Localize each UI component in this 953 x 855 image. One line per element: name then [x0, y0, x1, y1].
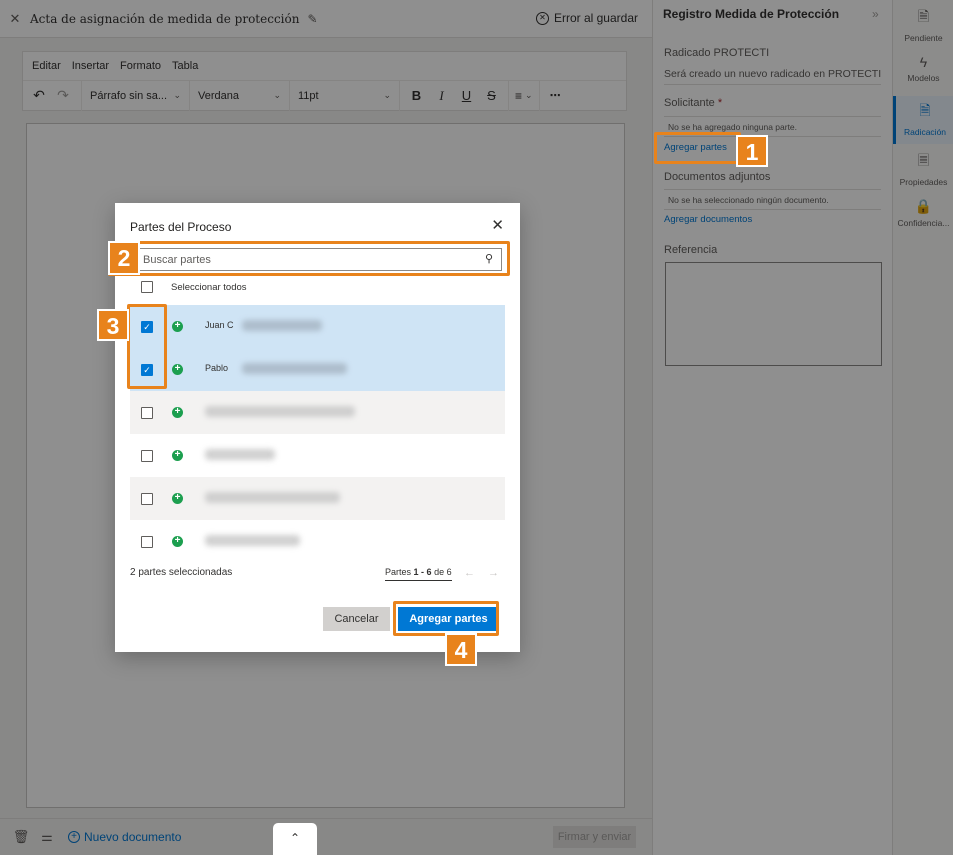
redacted-name: [242, 363, 347, 374]
party-row[interactable]: ✓ + Juan C: [130, 305, 505, 348]
redacted-name: [205, 406, 355, 417]
callout-badge-2: 2: [108, 241, 140, 275]
party-row[interactable]: ✓ + Pablo: [130, 348, 505, 391]
callout-highlight-3: [127, 304, 167, 389]
callout-badge-4: 4: [445, 633, 477, 666]
chevron-up-icon[interactable]: ⌃: [273, 823, 317, 855]
party-list: ✓ + Juan C ✓ + Pablo + + + +: [130, 305, 505, 563]
pager-range: 1 - 6: [413, 567, 432, 577]
arrow-right-icon[interactable]: →: [488, 567, 499, 579]
callout-highlight-2: [108, 241, 510, 276]
pager-suffix: de 6: [434, 567, 452, 577]
pager-prefix: Partes: [385, 567, 412, 577]
redacted-name: [205, 535, 300, 546]
select-all-row[interactable]: Seleccionar todos: [141, 281, 247, 293]
party-checkbox[interactable]: [141, 407, 153, 419]
add-circle-icon[interactable]: +: [172, 321, 183, 332]
callout-highlight-1: [654, 132, 741, 164]
add-circle-icon[interactable]: +: [172, 407, 183, 418]
add-circle-icon[interactable]: +: [172, 536, 183, 547]
add-circle-icon[interactable]: +: [172, 493, 183, 504]
redacted-name: [242, 320, 322, 331]
arrow-left-icon[interactable]: ←: [464, 567, 475, 579]
cancel-button[interactable]: Cancelar: [323, 607, 390, 631]
redacted-name: [205, 492, 340, 503]
dialog-title: Partes del Proceso: [130, 220, 232, 234]
party-row[interactable]: +: [130, 434, 505, 477]
party-checkbox[interactable]: [141, 536, 153, 548]
party-row[interactable]: +: [130, 477, 505, 520]
add-circle-icon[interactable]: +: [172, 450, 183, 461]
callout-badge-3: 3: [97, 309, 129, 341]
callout-badge-1: 1: [736, 135, 768, 167]
callout-highlight-4: [393, 601, 499, 636]
select-all-label: Seleccionar todos: [171, 281, 247, 293]
party-checkbox[interactable]: [141, 450, 153, 462]
party-name: Pablo: [205, 363, 229, 373]
selected-count: 2 partes seleccionadas: [130, 567, 233, 578]
add-circle-icon[interactable]: +: [172, 364, 183, 375]
redacted-name: [205, 449, 275, 460]
party-name: Juan C: [205, 320, 234, 330]
party-row[interactable]: +: [130, 391, 505, 434]
select-all-checkbox[interactable]: [141, 281, 153, 293]
pager-label: Partes 1 - 6 de 6: [385, 567, 452, 581]
party-row[interactable]: +: [130, 520, 505, 563]
close-icon[interactable]: ✕: [491, 216, 504, 234]
party-checkbox[interactable]: [141, 493, 153, 505]
